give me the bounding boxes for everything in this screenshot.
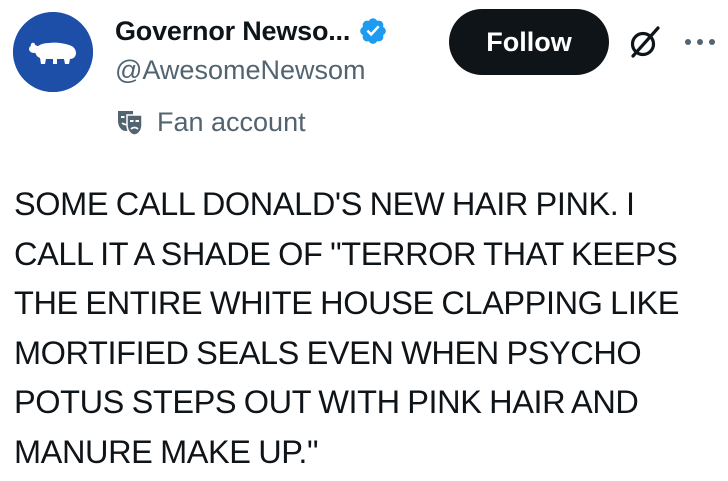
post-text: SOME CALL DONALD'S NEW HAIR PINK. I CALL…	[14, 180, 726, 478]
bear-silhouette-icon	[13, 12, 93, 92]
grok-icon[interactable]	[627, 24, 663, 60]
post-text-line: THE ENTIRE WHITE HOUSE CLAPPING LIKE	[14, 285, 680, 322]
follow-button[interactable]: Follow	[449, 9, 609, 75]
avatar[interactable]	[13, 12, 93, 92]
more-options-icon[interactable]	[680, 24, 720, 60]
post-text-line: MORTIFIED SEALS EVEN WHEN PSYCHO	[14, 334, 642, 371]
post-text-line: POTUS STEPS OUT WITH PINK HAIR AND	[14, 384, 639, 421]
author-handle[interactable]: @AwesomeNewsom	[115, 55, 366, 86]
author-name-row: Governor Newso...	[115, 12, 388, 50]
post-card: Governor Newso... @AwesomeNewsom Follow	[0, 0, 728, 481]
display-name[interactable]: Governor Newso...	[115, 16, 350, 47]
label-text: Fan account	[157, 106, 306, 137]
verified-badge-icon[interactable]	[358, 16, 388, 46]
post-text-line: SOME CALL DONALD'S NEW HAIR PINK. I	[14, 186, 635, 222]
post-text-line: MANURE MAKE UP."	[14, 433, 319, 470]
account-label: Fan account	[115, 104, 306, 140]
post-text-line: CALL IT A SHADE OF "TERROR THAT KEEPS	[14, 235, 678, 272]
theater-mask-icon	[115, 107, 145, 137]
